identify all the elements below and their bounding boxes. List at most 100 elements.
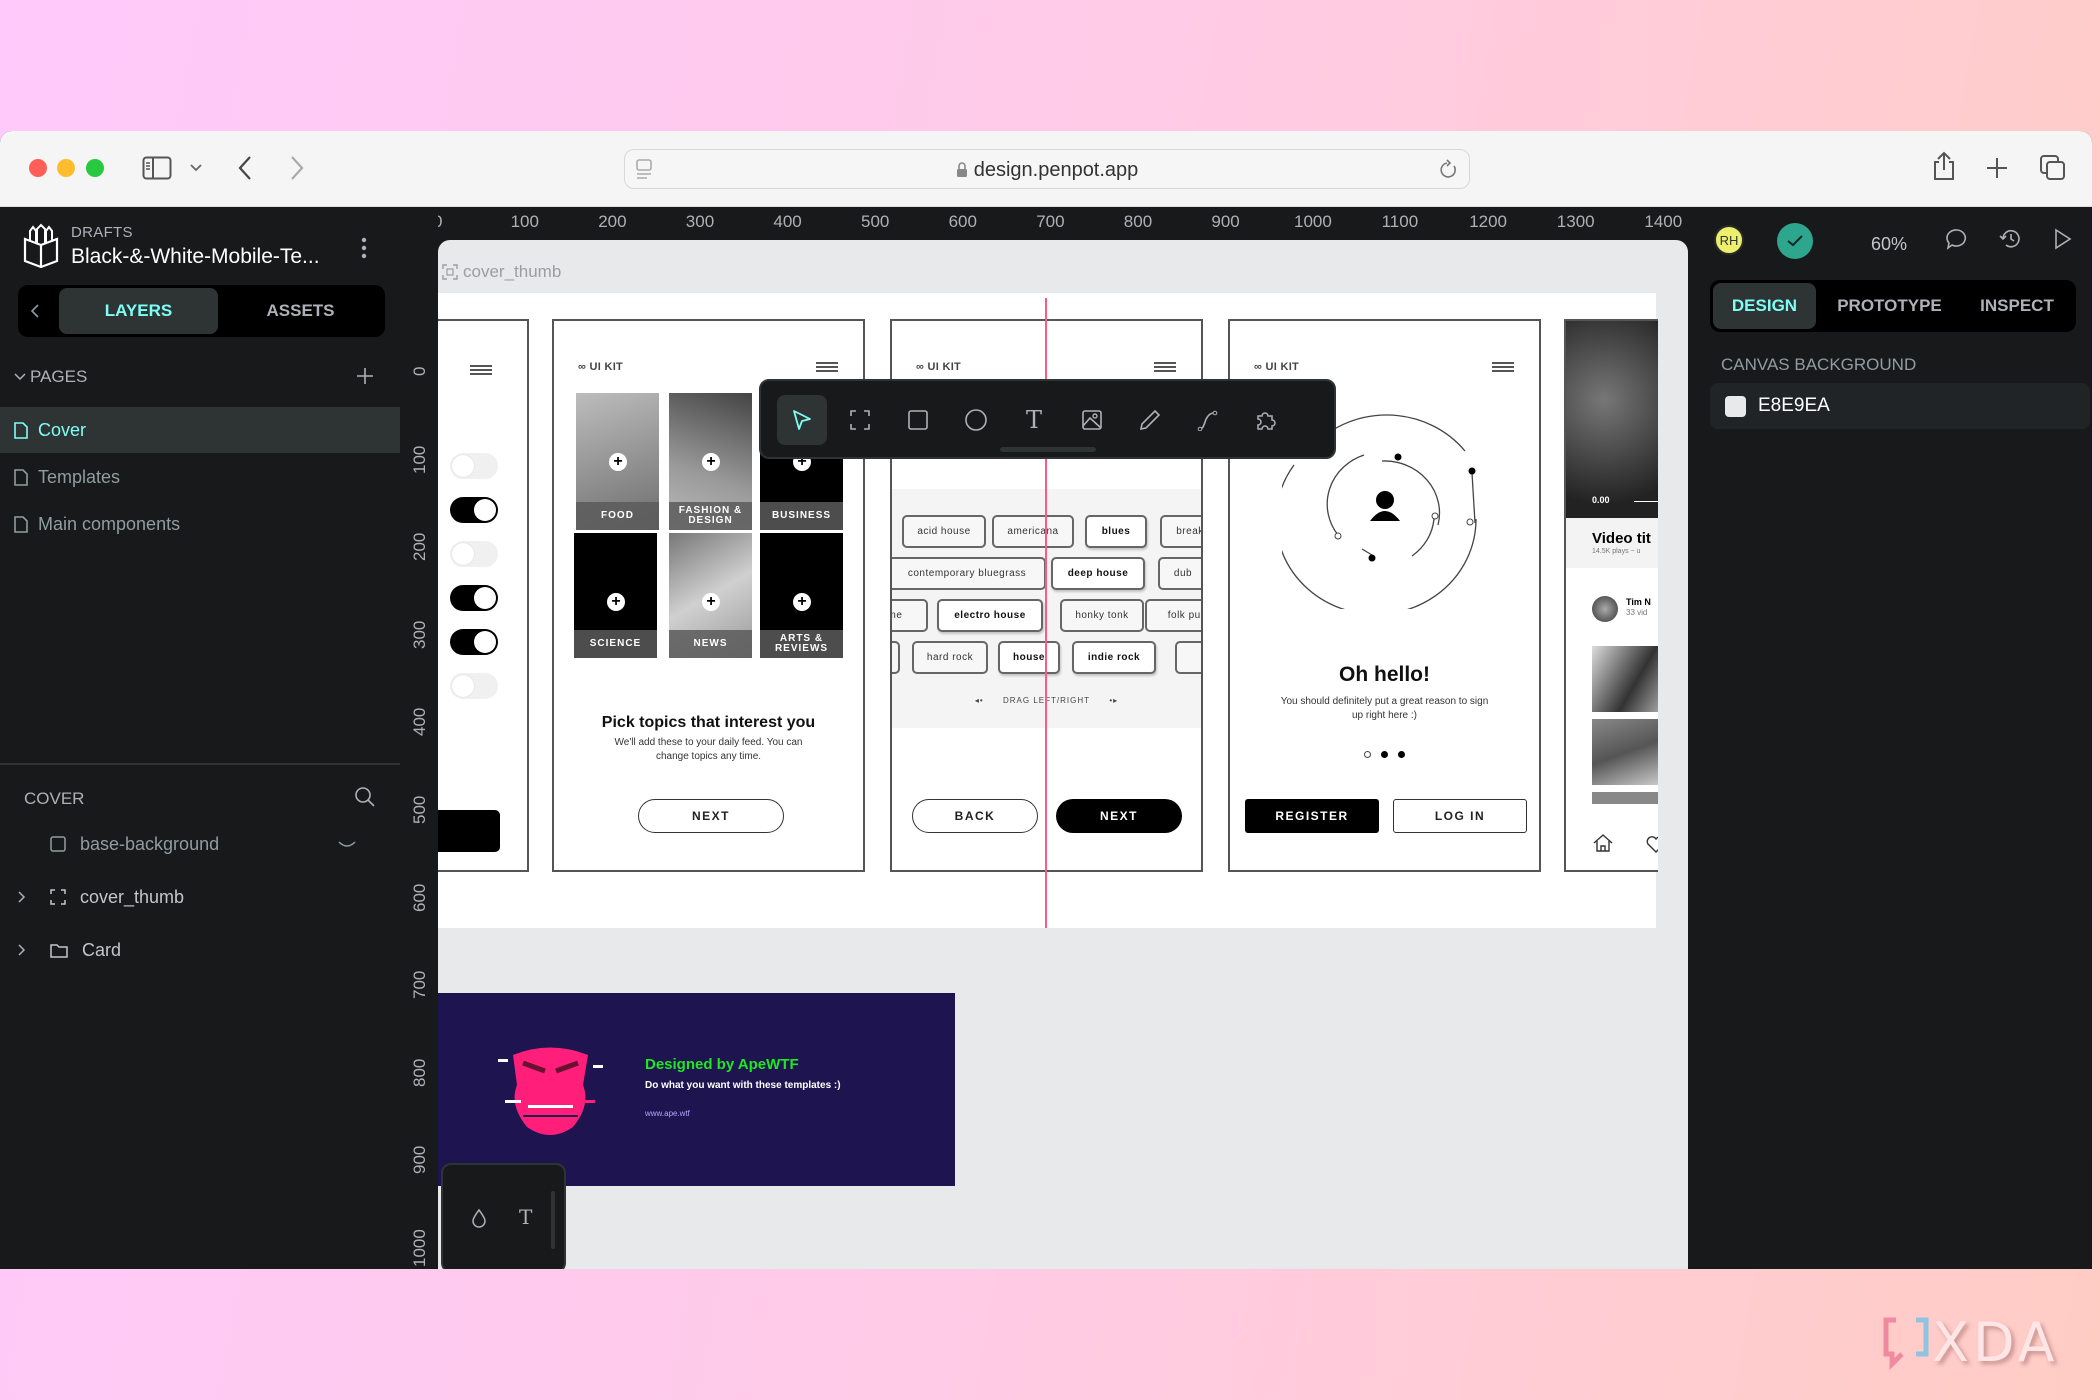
topic-tile-arts: + ARTS & REVIEWS [760,533,843,658]
layer-item-base-background[interactable]: base-background [0,821,400,867]
ruler-tick-label: 500 [410,795,429,824]
tool-path[interactable] [1183,395,1233,445]
tag-chip: contemporary bluegrass [892,557,1046,590]
more-options-icon[interactable] [361,237,367,259]
vertical-ruler[interactable]: 010020030040050060070080090010001100 [400,207,438,1269]
layer-item-cover-thumb[interactable]: cover_thumb [0,874,400,920]
tool-text[interactable]: T [1009,395,1059,445]
layer-item-card[interactable]: Card [0,927,400,973]
toggle-switch [450,629,498,655]
palette-scrollbar[interactable] [551,1191,555,1249]
image-icon [1082,410,1102,430]
address-bar[interactable]: design.penpot.app [624,149,1470,189]
url-text: design.penpot.app [973,159,1139,181]
play-icon[interactable] [2054,228,2072,250]
menu-icon [1154,362,1176,372]
chevron-down-icon[interactable] [190,164,202,172]
minimize-window-button[interactable] [57,159,75,177]
menu-icon [470,365,492,375]
tab-design[interactable]: DESIGN [1713,283,1816,329]
tool-plugins[interactable] [1241,395,1291,445]
text-palette-icon[interactable]: T [519,1205,532,1229]
search-layers-icon[interactable] [354,786,376,808]
text-icon: T [1025,406,1042,434]
ruler-tick-label: 1100 [1381,212,1419,231]
tag-chip: me [892,599,928,632]
page-item-cover[interactable]: Cover [0,407,400,453]
color-palette-icon[interactable] [471,1208,487,1228]
history-icon[interactable] [1998,228,2022,250]
tool-move[interactable] [777,395,827,445]
uikit-logo: ∞ UI KIT [578,361,624,373]
close-window-button[interactable] [29,159,47,177]
ruler-tick-label: 100 [510,212,539,231]
hello-subtitle: You should definitely put a great reason… [1280,696,1489,721]
ruler-tick-label: 700 [1036,212,1065,231]
tool-curve[interactable] [1125,395,1175,445]
folder-icon [50,943,68,958]
color-swatch[interactable] [1725,396,1746,417]
tab-assets[interactable]: ASSETS [223,288,378,334]
zoom-level[interactable]: 60% [1871,234,1907,255]
new-tab-icon[interactable] [1986,157,2008,179]
ruler-tick-label: 1200 [1469,212,1508,231]
tool-board[interactable] [835,395,885,445]
comments-icon[interactable] [1946,228,1968,250]
ruler-tick-label: 300 [685,212,715,231]
color-hex-value[interactable]: E8E9EA [1758,395,1830,417]
tool-ellipse[interactable] [951,395,1001,445]
tag-chip: e [892,641,900,674]
back-icon[interactable] [238,155,252,181]
pencil-icon [1139,409,1161,431]
add-page-icon[interactable] [356,367,374,385]
canvas-background-field[interactable]: E8E9EA [1710,383,2090,429]
board-icon [442,264,458,280]
toggle-visibility-icon[interactable] [338,841,356,849]
horizontal-ruler[interactable]: 0100200300400500600700800900100011001200… [433,207,1688,240]
pages-header[interactable]: PAGES [14,367,87,387]
tag-chip: hard rock [912,641,988,674]
hello-title: Oh hello! [1339,663,1430,686]
ape-card[interactable]: Designed by ApeWTF Do what you want with… [438,993,955,1186]
ruler-tick-label: 0 [410,366,429,376]
tag-chip: folk punk [1145,599,1201,632]
zoom-window-button[interactable] [86,159,104,177]
chevron-right-icon[interactable] [18,891,26,903]
collapse-sidebar-icon[interactable] [31,304,39,318]
tab-prototype[interactable]: PROTOTYPE [1822,283,1957,329]
ruler-tick-label: 600 [410,883,429,912]
sidebar-icon[interactable] [142,156,172,180]
share-icon[interactable] [1932,151,1956,181]
reload-icon[interactable] [1439,159,1459,181]
toggle-switch [450,497,498,523]
tool-rectangle[interactable] [893,395,943,445]
layers-header: COVER [24,789,85,808]
tab-layers[interactable]: LAYERS [59,288,218,334]
tool-image[interactable] [1067,395,1117,445]
menu-icon [816,362,838,372]
toolbar-drag-handle[interactable] [1000,447,1096,452]
card-link: www.ape.wtf [645,1109,690,1118]
tag-chip: deep house [1051,557,1145,590]
ruler-tick-label: 1000 [410,1229,429,1267]
user-avatar[interactable]: RH [1714,225,1744,255]
settings-screen-partial [438,319,529,872]
topic-tile-fashion: + FASHION & DESIGN [669,393,752,530]
page-item-templates[interactable]: Templates [0,454,400,500]
rectangle-icon [908,410,928,430]
file-name[interactable]: Black-&-White-Mobile-Te... [71,245,320,269]
tabs-overview-icon[interactable] [2040,155,2066,181]
tab-inspect[interactable]: INSPECT [1962,283,2072,329]
sidebar-divider[interactable] [0,763,400,765]
chevron-right-icon[interactable] [18,944,26,956]
ruler-tick-label: 1000 [1294,212,1332,231]
page-item-main-components[interactable]: Main components [0,501,400,547]
ruler-tick-label: 200 [410,532,429,562]
board-label[interactable]: cover_thumb [442,262,561,282]
register-button: REGISTER [1245,799,1379,833]
page-icon [14,421,28,439]
forward-icon[interactable] [290,155,304,181]
login-button: LOG IN [1393,799,1527,833]
topics-title: Pick topics that interest you [601,714,816,731]
ruler-tick-label: 300 [410,620,429,649]
